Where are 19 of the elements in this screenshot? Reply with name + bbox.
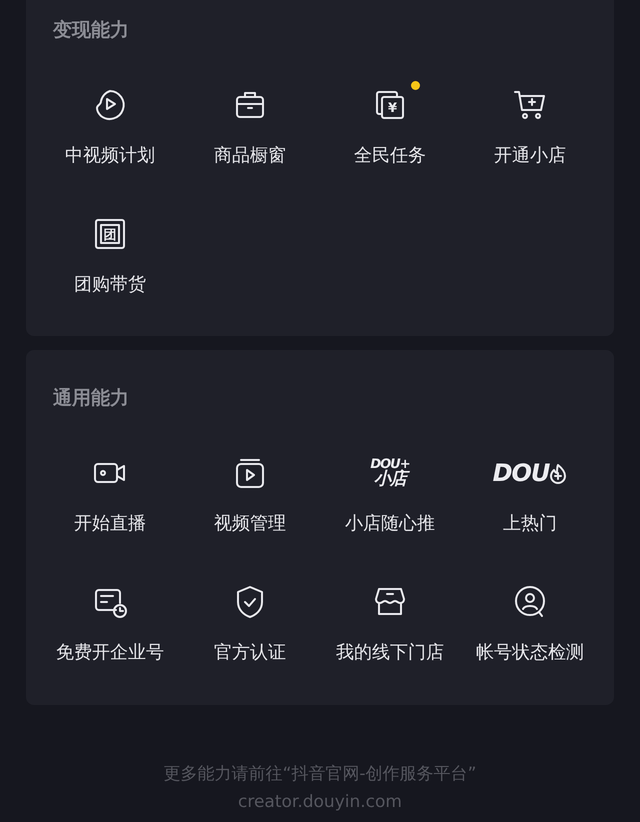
square-badge-icon: 团	[92, 216, 128, 252]
logo-icon: DOU+ 小店	[370, 458, 410, 488]
feature-label[interactable]: 免费开企业号	[56, 641, 164, 665]
section-title: 变现能力	[52, 18, 130, 42]
feature-label[interactable]: 团购带货	[74, 273, 146, 297]
feature-label[interactable]: 我的线下门店	[336, 641, 444, 665]
feature-label[interactable]: 全民任务	[354, 144, 426, 168]
feature-label[interactable]: 开始直播	[74, 512, 146, 536]
feature-label[interactable]: 中视频计划	[65, 144, 155, 168]
feature-label[interactable]: 视频管理	[214, 512, 286, 536]
feature-label[interactable]: 帐号状态检测	[476, 641, 584, 665]
feature-label[interactable]: 小店随心推	[345, 512, 435, 536]
feature-label[interactable]: 商品橱窗	[214, 144, 286, 168]
feature-label[interactable]: 上热门	[503, 512, 557, 536]
user-search-icon	[512, 584, 548, 620]
feature-label[interactable]: 官方认证	[214, 641, 286, 665]
section-title: 通用能力	[52, 386, 130, 410]
footer-note: 更多能力请前往“抖音官网-创作服务平台”	[164, 763, 476, 786]
feature-label[interactable]: 开通小店	[494, 144, 566, 168]
